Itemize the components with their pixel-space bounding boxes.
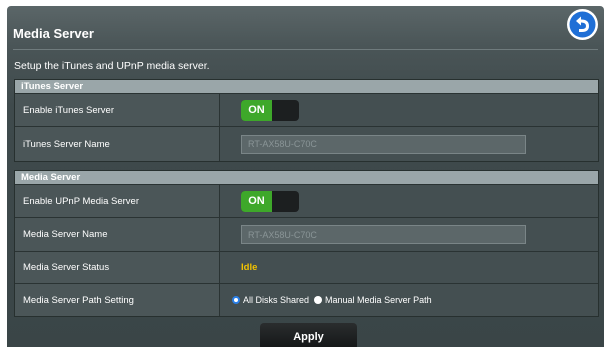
media-section: Media Server Enable UPnP Media Server ON… [14, 170, 599, 317]
itunes-toggle-on-label: ON [241, 99, 272, 121]
page-description: Setup the iTunes and UPnP media server. [14, 60, 210, 72]
upnp-enable-label: Enable UPnP Media Server [15, 185, 220, 217]
itunes-server-name-input[interactable] [241, 134, 526, 154]
upnp-toggle-on-label: ON [241, 190, 272, 212]
itunes-section-header: iTunes Server [15, 80, 598, 93]
media-path-row: Media Server Path Setting All Disks Shar… [15, 283, 598, 316]
radio-unchecked-icon [314, 296, 323, 304]
media-name-row: Media Server Name [15, 217, 598, 251]
title-divider [13, 49, 598, 50]
page-title: Media Server [13, 26, 94, 41]
back-button[interactable] [566, 8, 599, 41]
media-server-name-input[interactable] [241, 225, 526, 244]
media-status-label: Media Server Status [15, 252, 220, 283]
radio-all-disks-label: All Disks Shared [243, 295, 310, 305]
itunes-name-label: iTunes Server Name [15, 127, 220, 161]
upnp-enable-toggle[interactable]: ON [241, 190, 299, 212]
upnp-enable-row: Enable UPnP Media Server ON [15, 184, 598, 217]
media-server-panel: Media Server Setup the iTunes and UPnP m… [7, 6, 604, 347]
media-path-radio-group: All Disks Shared Manual Media Server Pat… [220, 295, 437, 305]
apply-button[interactable]: Apply [260, 323, 357, 347]
itunes-section: iTunes Server Enable iTunes Server ON iT… [14, 79, 599, 162]
radio-checked-icon [232, 296, 240, 304]
itunes-enable-label: Enable iTunes Server [15, 94, 220, 126]
radio-manual-path-label: Manual Media Server Path [325, 295, 432, 305]
media-name-label: Media Server Name [15, 218, 220, 251]
media-section-header: Media Server [15, 171, 598, 184]
media-path-label: Media Server Path Setting [15, 284, 220, 316]
media-status-value: Idle [241, 262, 258, 273]
itunes-enable-row: Enable iTunes Server ON [15, 93, 598, 126]
media-status-row: Media Server Status Idle [15, 251, 598, 283]
itunes-enable-toggle[interactable]: ON [241, 99, 299, 121]
itunes-name-row: iTunes Server Name [15, 126, 598, 161]
radio-manual-media-path[interactable]: Manual Media Server Path [314, 295, 432, 305]
back-arrow-icon [567, 9, 598, 40]
radio-all-disks-shared[interactable]: All Disks Shared [232, 295, 309, 305]
